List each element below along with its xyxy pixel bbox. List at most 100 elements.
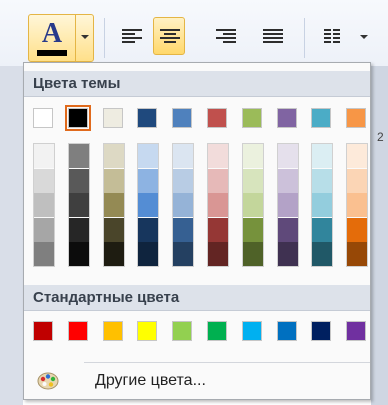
columns-icon (324, 29, 346, 45)
font-color-swatch-bar (37, 50, 67, 56)
theme-shade-swatch[interactable] (208, 242, 228, 266)
columns-button[interactable] (318, 17, 350, 55)
theme-shade-swatch[interactable] (242, 144, 263, 168)
theme-shade-swatch[interactable] (138, 242, 159, 266)
theme-shade-swatch[interactable] (277, 242, 298, 266)
theme-shade-column (67, 143, 90, 267)
theme-shade-swatch[interactable] (242, 242, 263, 266)
theme-shade-swatch[interactable] (242, 168, 263, 193)
theme-shade-column (207, 143, 229, 267)
theme-colors-header: Цвета темы (24, 71, 370, 97)
theme-shade-swatch[interactable] (312, 193, 333, 217)
theme-color-swatch[interactable] (346, 108, 367, 128)
theme-shade-swatch[interactable] (103, 144, 124, 168)
theme-shade-column (137, 143, 160, 267)
align-left-button[interactable] (115, 17, 147, 55)
justify-button[interactable] (256, 17, 288, 55)
chevron-down-icon[interactable] (360, 35, 368, 39)
theme-shade-swatch[interactable] (68, 168, 89, 193)
theme-shade-swatch[interactable] (347, 144, 368, 168)
align-left-icon (122, 29, 142, 45)
more-colors-label: Другие цвета... (95, 372, 206, 389)
theme-shade-swatch[interactable] (242, 217, 263, 242)
font-color-letter-icon: A (41, 18, 63, 49)
theme-shade-swatch[interactable] (68, 242, 89, 266)
theme-shade-swatch[interactable] (173, 242, 194, 266)
standard-colors-header: Стандартные цвета (24, 285, 370, 311)
font-color-button[interactable]: A (28, 14, 94, 62)
font-color-dropdown-arrow[interactable] (75, 15, 94, 61)
theme-color-swatch[interactable] (276, 108, 297, 128)
standard-color-swatch[interactable] (102, 321, 123, 341)
justify-icon (263, 29, 283, 45)
theme-shade-swatch[interactable] (173, 193, 194, 217)
theme-shade-column (276, 143, 299, 267)
theme-shade-swatch[interactable] (103, 217, 124, 242)
standard-color-swatch[interactable] (67, 321, 88, 341)
standard-color-swatch[interactable] (276, 321, 297, 341)
theme-shade-swatch[interactable] (103, 193, 124, 217)
theme-shade-swatch[interactable] (34, 144, 54, 168)
theme-shade-swatch[interactable] (138, 168, 159, 193)
theme-shade-swatch[interactable] (208, 168, 228, 193)
theme-shade-swatch[interactable] (138, 193, 159, 217)
standard-color-swatch[interactable] (346, 321, 367, 341)
align-right-button[interactable] (209, 17, 241, 55)
theme-color-swatch[interactable] (137, 108, 158, 128)
theme-shade-swatch[interactable] (312, 168, 333, 193)
theme-shade-swatch[interactable] (312, 144, 333, 168)
theme-shade-swatch[interactable] (208, 217, 228, 242)
standard-color-swatch[interactable] (172, 321, 193, 341)
theme-shade-swatch[interactable] (347, 242, 368, 266)
theme-shade-column (346, 143, 369, 267)
theme-shade-swatch[interactable] (208, 144, 228, 168)
align-center-icon (160, 29, 180, 45)
theme-color-swatch[interactable] (207, 108, 227, 128)
more-colors-item[interactable]: Другие цвета... (25, 363, 369, 399)
theme-shade-swatch[interactable] (242, 193, 263, 217)
standard-color-swatch[interactable] (311, 321, 332, 341)
theme-shade-swatch[interactable] (173, 168, 194, 193)
theme-shade-swatch[interactable] (173, 217, 194, 242)
ribbon-toolbar: A (0, 0, 388, 66)
standard-color-swatch[interactable] (241, 321, 262, 341)
theme-shade-column (311, 143, 334, 267)
standard-color-swatch[interactable] (207, 321, 227, 341)
theme-shade-swatch[interactable] (347, 168, 368, 193)
font-color-apply[interactable]: A (29, 15, 75, 61)
theme-shade-swatch[interactable] (173, 144, 194, 168)
theme-color-swatch[interactable] (64, 105, 91, 131)
theme-shade-swatch[interactable] (277, 217, 298, 242)
font-color-dropdown: Цвета темы Стандартные цвета Другие цвет… (23, 62, 371, 400)
theme-shade-swatch[interactable] (68, 144, 89, 168)
theme-shade-swatch[interactable] (138, 217, 159, 242)
theme-shade-swatch[interactable] (277, 168, 298, 193)
theme-shade-swatch[interactable] (312, 242, 333, 266)
theme-shade-swatch[interactable] (208, 193, 228, 217)
theme-color-swatch[interactable] (33, 108, 53, 128)
theme-shade-swatch[interactable] (103, 242, 124, 266)
align-center-button[interactable] (153, 17, 185, 55)
theme-shade-swatch[interactable] (103, 168, 124, 193)
theme-shade-swatch[interactable] (277, 193, 298, 217)
standard-color-swatch[interactable] (137, 321, 158, 341)
theme-shade-swatch[interactable] (34, 168, 54, 193)
theme-color-swatch[interactable] (311, 108, 332, 128)
ruler-strip (371, 66, 388, 405)
ruler-number: 2 (377, 130, 384, 144)
theme-shade-swatch[interactable] (138, 144, 159, 168)
theme-shade-column (102, 143, 125, 267)
theme-shade-swatch[interactable] (68, 193, 89, 217)
theme-shade-swatch[interactable] (68, 217, 89, 242)
theme-shade-swatch[interactable] (277, 144, 298, 168)
theme-shade-swatch[interactable] (34, 217, 54, 242)
standard-color-swatch[interactable] (33, 321, 53, 341)
theme-shade-swatch[interactable] (312, 217, 333, 242)
theme-shade-swatch[interactable] (34, 193, 54, 217)
theme-color-swatch[interactable] (241, 108, 262, 128)
theme-shade-swatch[interactable] (34, 242, 54, 266)
theme-shade-swatch[interactable] (347, 193, 368, 217)
theme-color-swatch[interactable] (102, 108, 123, 128)
theme-color-swatch[interactable] (172, 108, 193, 128)
theme-shade-swatch[interactable] (347, 217, 368, 242)
